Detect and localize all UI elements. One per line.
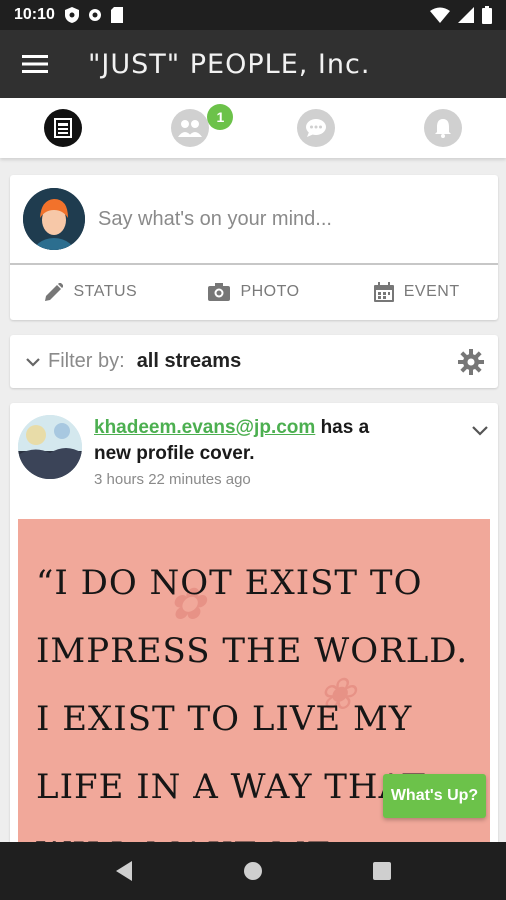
- chevron-down-icon: [472, 426, 488, 436]
- filter-label: Filter by:: [48, 350, 125, 372]
- composer-card: Say what's on your mind... STATUS PHOTO …: [10, 175, 498, 320]
- signal-icon: [458, 7, 474, 23]
- system-nav-bar: [0, 842, 506, 900]
- bell-icon: [434, 119, 451, 138]
- post-headline: khadeem.evans@jp.com has a: [94, 415, 414, 441]
- status-button[interactable]: STATUS: [10, 282, 173, 301]
- recents-icon[interactable]: [372, 861, 392, 881]
- pencil-icon: [45, 282, 64, 301]
- app-bar: "JUST" PEOPLE, Inc.: [0, 30, 506, 98]
- user-avatar[interactable]: [23, 188, 85, 250]
- chat-bubble-icon: [306, 119, 327, 137]
- status-time: 10:10: [14, 6, 55, 23]
- event-label: EVENT: [403, 282, 460, 300]
- poster-avatar[interactable]: [18, 415, 82, 479]
- tab-notifications[interactable]: [380, 98, 506, 158]
- event-button[interactable]: EVENT: [335, 281, 498, 302]
- poster-avatar-image: [18, 415, 82, 479]
- wifi-icon: [430, 7, 450, 23]
- photo-label: PHOTO: [240, 282, 300, 300]
- gear-icon[interactable]: [458, 348, 484, 375]
- home-icon[interactable]: [242, 860, 264, 882]
- filter-value[interactable]: all streams: [137, 350, 242, 373]
- calendar-icon: [373, 281, 394, 302]
- gear-status-icon: [88, 9, 101, 21]
- app-title: "JUST" PEOPLE, Inc.: [88, 48, 371, 80]
- people-badge: 1: [207, 104, 234, 130]
- post-options-button[interactable]: [472, 415, 488, 488]
- back-icon[interactable]: [114, 860, 134, 882]
- poster-username-link[interactable]: khadeem.evans@jp.com: [94, 417, 315, 438]
- composer-input[interactable]: Say what's on your mind...: [98, 208, 332, 231]
- hamburger-icon: [22, 55, 48, 73]
- chevron-down-icon: [26, 357, 40, 367]
- tab-newsfeed[interactable]: [0, 98, 127, 158]
- camera-icon: [208, 282, 231, 301]
- shield-icon: [64, 7, 79, 23]
- sd-card-icon: [110, 7, 123, 23]
- menu-button[interactable]: [0, 30, 70, 98]
- battery-icon: [482, 6, 492, 24]
- avatar-illustration: [23, 188, 85, 250]
- tab-bar: 1: [0, 98, 506, 158]
- post-action-line-1: has a: [315, 417, 370, 438]
- photo-button[interactable]: PHOTO: [173, 282, 336, 301]
- whats-up-button[interactable]: What's Up?: [383, 774, 486, 818]
- post-timestamp: 3 hours 22 minutes ago: [94, 471, 251, 488]
- status-bar: 10:10: [0, 0, 506, 30]
- people-icon: [177, 120, 202, 137]
- post-action-line-2: new profile cover.: [94, 443, 255, 464]
- newspaper-icon: [54, 118, 73, 138]
- status-label: STATUS: [73, 282, 138, 300]
- tab-messages[interactable]: [253, 98, 380, 158]
- filter-bar[interactable]: Filter by: all streams: [10, 335, 498, 388]
- tab-people[interactable]: 1: [127, 98, 254, 158]
